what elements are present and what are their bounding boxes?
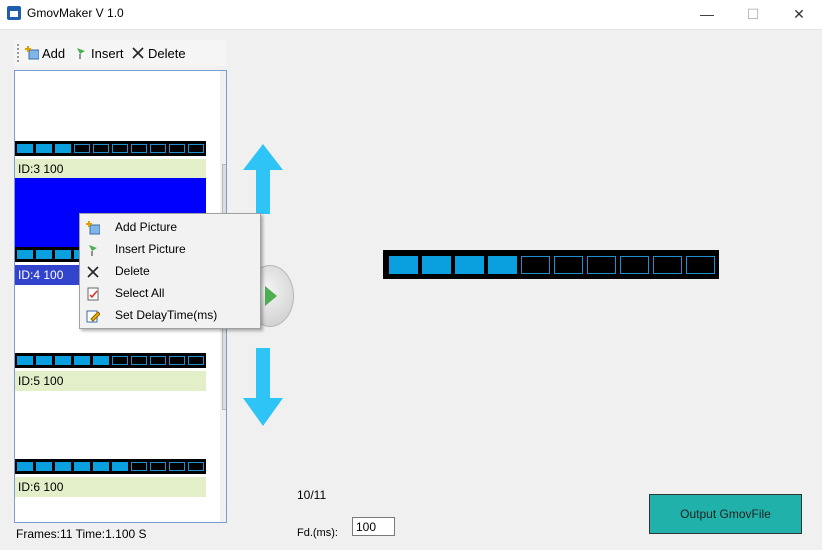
toolbar: Add Insert Delete [14,40,226,66]
preview-cell [389,255,418,274]
delete-x-icon [86,264,100,278]
preview-cell [521,255,550,274]
menu-item-delete[interactable]: Delete [80,260,260,282]
strip-cell [17,462,33,471]
strip-cell [188,356,204,365]
close-button[interactable]: ✕ [776,0,822,29]
menu-item-label: Set DelayTime(ms) [115,308,218,322]
preview-cell [653,255,682,274]
frame-label[interactable]: ID:6 100 [15,477,206,497]
scroll-down-icon[interactable]: ▼ [220,505,226,522]
strip-cell [150,356,166,365]
output-gmovfile-button[interactable]: Output GmovFile [649,494,802,534]
menu-item-set-delaytime[interactable]: Set DelayTime(ms) [80,304,260,326]
strip-cell [17,144,33,153]
app-icon [7,6,21,20]
menu-item-add-picture[interactable]: Add Picture [80,216,260,238]
insert-flag-icon [86,242,100,256]
preview-strip [383,250,719,279]
strip-cell [169,462,185,471]
strip-cell [93,356,109,365]
toolbar-grip[interactable] [17,44,21,62]
add-button-label: Add [42,45,66,61]
strip-cell [36,144,52,153]
menu-item-select-all[interactable]: Select All [80,282,260,304]
strip-cell [93,144,109,153]
strip-cell [169,356,185,365]
strip-cell [112,144,128,153]
strip-cell [150,462,166,471]
menu-item-label: Add Picture [115,220,178,234]
preview-cell [620,255,649,274]
add-button[interactable]: Add [25,45,65,61]
strip-cell [17,356,33,365]
frame-strip[interactable] [15,141,206,156]
strip-cell [55,356,71,365]
strip-cell [36,462,52,471]
preview-cell [422,255,451,274]
maximize-button[interactable]: ☐ [730,0,776,29]
preview-cell [488,255,517,274]
strip-cell [131,356,147,365]
preview-cell [686,255,715,274]
menu-item-label: Select All [115,286,165,300]
strip-cell [36,250,52,259]
context-menu: Add Picture Insert Picture Delete Select… [79,213,261,329]
frame-strip[interactable] [15,353,206,368]
strip-cell [188,144,204,153]
menu-item-label: Insert Picture [115,242,186,256]
frame-label[interactable]: ID:5 100 [15,371,206,391]
strip-cell [55,144,71,153]
delete-button[interactable]: Delete [131,45,186,61]
strip-cell [169,144,185,153]
strip-cell [55,462,71,471]
strip-cell [131,462,147,471]
delete-x-icon [131,46,145,60]
strip-cell [74,144,90,153]
strip-cell [55,250,71,259]
fd-label: Fd.(ms): [297,527,338,539]
page-counter: 10/11 [297,488,327,502]
title-bar: GmovMaker V 1.0 — ☐ ✕ [0,0,822,30]
strip-cell [93,462,109,471]
delete-button-label: Delete [148,45,186,61]
strip-cell [74,356,90,365]
window-title: GmovMaker V 1.0 [27,6,124,20]
move-up-arrow-icon[interactable] [243,144,283,214]
strip-cell [36,356,52,365]
strip-cell [17,250,33,259]
move-down-arrow-icon[interactable] [243,348,283,426]
strip-cell [74,462,90,471]
minimize-button[interactable]: — [684,0,730,29]
select-all-icon [86,286,100,301]
insert-flag-icon [74,46,88,60]
strip-cell [150,144,166,153]
frames-info: Frames:11 Time:1.100 S [16,527,147,541]
add-picture-icon [25,46,40,60]
scroll-up-icon[interactable]: ▲ [220,71,226,88]
preview-cell [455,255,484,274]
edit-icon [86,308,101,323]
strip-cell [188,462,204,471]
strip-cell [112,462,128,471]
menu-item-label: Delete [115,264,150,278]
preview-cell [587,255,616,274]
add-picture-icon [86,220,101,235]
insert-button[interactable]: Insert [74,45,124,61]
strip-cell [131,144,147,153]
strip-cell [112,356,128,365]
frame-label[interactable]: ID:3 100 [15,159,206,179]
fd-input[interactable] [352,517,395,536]
preview-cell [554,255,583,274]
frame-strip[interactable] [15,459,206,474]
menu-item-insert-picture[interactable]: Insert Picture [80,238,260,260]
insert-button-label: Insert [91,45,124,61]
